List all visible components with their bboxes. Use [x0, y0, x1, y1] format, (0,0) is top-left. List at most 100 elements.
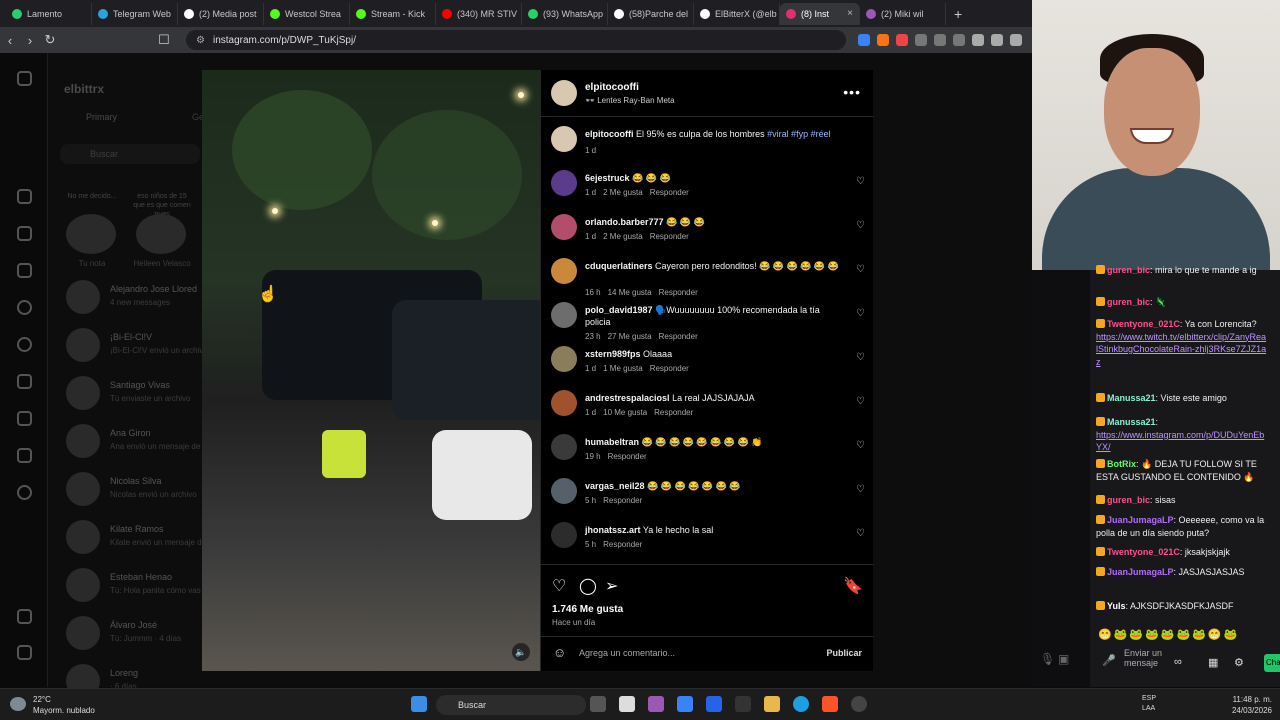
reply-button[interactable]: Responder [603, 496, 642, 505]
extension-icon[interactable] [934, 34, 946, 46]
instagram-logo-icon[interactable] [17, 71, 32, 86]
new-tab-icon[interactable]: + [946, 6, 970, 22]
like-icon[interactable]: ♡ [552, 576, 566, 596]
commenter-avatar[interactable] [551, 434, 577, 460]
reply-button[interactable]: Responder [659, 288, 698, 297]
weather-icon[interactable] [10, 697, 26, 711]
edge-icon[interactable] [793, 696, 809, 712]
wallet-icon[interactable] [1010, 34, 1022, 46]
commenter-avatar[interactable] [551, 346, 577, 372]
save-icon[interactable]: 🔖 [843, 576, 863, 596]
reels-icon[interactable] [17, 226, 32, 241]
dm-search-input[interactable]: Buscar [60, 144, 200, 164]
reply-button[interactable]: Responder [659, 332, 698, 341]
browser-tab[interactable]: (93) WhatsApp [522, 2, 608, 25]
conversation-avatar[interactable] [66, 376, 100, 410]
comment-icon[interactable]: ◯ [579, 576, 597, 596]
address-bar[interactable]: ⚙ instagram.com/p/DWP_TuKjSpj/ [186, 30, 846, 50]
comment-like-icon[interactable]: ♡ [856, 220, 865, 231]
dashboard-icon[interactable] [17, 448, 32, 463]
capcut-icon[interactable] [619, 696, 635, 712]
publish-button[interactable]: Publicar [826, 648, 862, 658]
comment-like-count[interactable]: 10 Me gusta [603, 408, 647, 417]
extension-icon[interactable] [858, 34, 870, 46]
caption-tags[interactable]: #viral #fyp #réel [767, 129, 831, 139]
conversation-name[interactable]: ¡Bi-El-Cl!V [110, 332, 152, 342]
comment-like-icon[interactable]: ♡ [856, 440, 865, 451]
commenter-avatar[interactable] [551, 390, 577, 416]
comment-like-count[interactable]: 1 Me gusta [603, 364, 643, 373]
comment-like-count[interactable]: 27 Me gusta [608, 332, 652, 341]
back-icon[interactable]: ‹ [0, 33, 20, 48]
commenter-username[interactable]: 6ejestruck [585, 173, 630, 183]
comment-like-count[interactable]: 14 Me gusta [608, 288, 652, 297]
home-icon[interactable] [17, 189, 32, 204]
chat-input[interactable]: Enviar un mensaje [1124, 648, 1164, 668]
chat-username[interactable]: Twentyone_021C [1107, 547, 1180, 557]
chat-username[interactable]: Yuls [1107, 601, 1126, 611]
caption-avatar[interactable] [551, 126, 577, 152]
bookmark-icon[interactable]: ☐ [154, 32, 174, 48]
reply-button[interactable]: Responder [650, 188, 689, 197]
author-avatar[interactable] [551, 80, 577, 106]
commenter-avatar[interactable] [551, 214, 577, 240]
commenter-avatar[interactable] [551, 170, 577, 196]
browser-tab[interactable]: Westcol Strea [264, 2, 350, 25]
dm-tab-primary[interactable]: Primary [86, 112, 117, 122]
create-icon[interactable] [17, 411, 32, 426]
browser-tab[interactable]: (2) Media post [178, 2, 264, 25]
conversation-avatar[interactable] [66, 472, 100, 506]
conversation-avatar[interactable] [66, 280, 100, 314]
conversation-name[interactable]: Álvaro José [110, 620, 157, 630]
store-icon[interactable]: ▦ [1208, 656, 1218, 669]
commenter-username[interactable]: xstern989fps [585, 349, 641, 359]
conversation-avatar[interactable] [66, 520, 100, 554]
commenter-username[interactable]: jhonatssz.art [585, 525, 641, 535]
reply-button[interactable]: Responder [654, 408, 693, 417]
like-count[interactable]: 1.746 Me gusta [552, 604, 623, 615]
browser-tab[interactable]: ElBitterX (@elb [694, 2, 780, 25]
app-icon[interactable] [677, 696, 693, 712]
browser-tab[interactable]: Lamento [6, 2, 92, 25]
reply-button[interactable]: Responder [603, 540, 642, 549]
comment-like-icon[interactable]: ♡ [856, 308, 865, 319]
conversation-name[interactable]: Santiago Vivas [110, 380, 170, 390]
search-icon[interactable] [17, 300, 32, 315]
chat-username[interactable]: BotRix [1107, 459, 1136, 469]
chat-username[interactable]: guren_bic [1107, 265, 1150, 275]
mic-icon[interactable]: 🎤 [1102, 654, 1116, 667]
chat-link[interactable]: https://www.twitch.tv/elbitterx/clip/Zan… [1096, 332, 1266, 367]
browser-tab[interactable]: (58)Parche del [608, 2, 694, 25]
commenter-username[interactable]: andrestrespalaciosl [585, 393, 670, 403]
comment-like-count[interactable]: 2 Me gusta [603, 188, 643, 197]
close-tab-icon[interactable]: × [847, 8, 853, 19]
chat-username[interactable]: guren_bic [1107, 495, 1150, 505]
comment-like-icon[interactable]: ♡ [856, 528, 865, 539]
browser-tab[interactable]: (340) MR STIV [436, 2, 522, 25]
commenter-username[interactable]: vargas_neil28 [585, 481, 645, 491]
notifications-icon[interactable] [17, 374, 32, 389]
obs-icon[interactable] [851, 696, 867, 712]
chat-username[interactable]: JuanJumagaLP [1107, 567, 1174, 577]
brave-icon[interactable] [822, 696, 838, 712]
commenter-avatar[interactable] [551, 522, 577, 548]
terminal-icon[interactable] [735, 696, 751, 712]
commenter-username[interactable]: polo_david1987 [585, 305, 653, 315]
note-avatar[interactable] [136, 214, 186, 254]
caption-user[interactable]: elpitocooffi [585, 129, 634, 139]
commenter-username[interactable]: cduquerlatiners [585, 261, 653, 271]
share-icon[interactable]: ➢ [605, 576, 618, 596]
commenter-username[interactable]: humabeltran [585, 437, 639, 447]
settings-icon[interactable]: ⚙ [1234, 656, 1244, 669]
chat-link[interactable]: https://www.instagram.com/p/DUDuYenEbYX/ [1096, 430, 1264, 453]
comment-like-icon[interactable]: ♡ [856, 176, 865, 187]
comment-like-count[interactable]: 2 Me gusta [603, 232, 643, 241]
commenter-avatar[interactable] [551, 302, 577, 328]
reply-button[interactable]: Responder [650, 232, 689, 241]
chat-username[interactable]: guren_bic [1107, 297, 1150, 307]
conversation-name[interactable]: Esteban Henao [110, 572, 172, 582]
browser-tab[interactable]: Stream - Kick [350, 2, 436, 25]
comment-input[interactable]: Agrega un comentario... [579, 648, 675, 658]
forward-icon[interactable]: › [20, 33, 40, 48]
language-indicator[interactable]: ESP LAA [1142, 694, 1156, 714]
